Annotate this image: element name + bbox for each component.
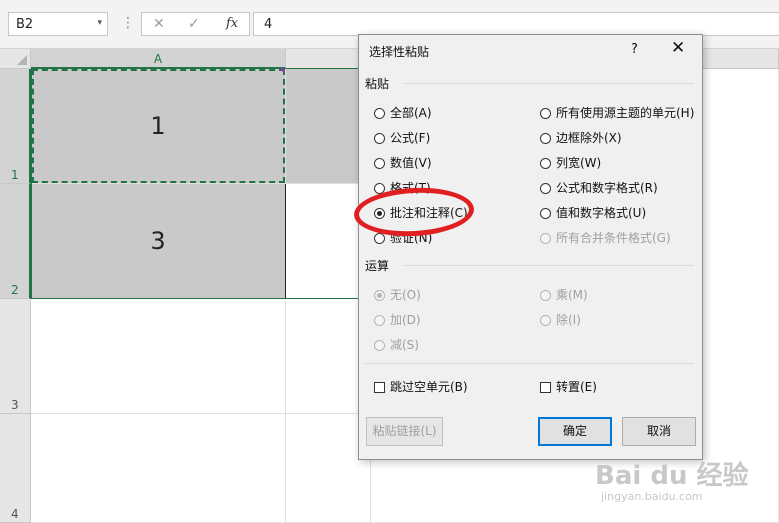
radio-paste-formulas-number-formats[interactable]: 公式和数字格式(R) (540, 179, 658, 196)
check-icon[interactable]: ✓ (188, 16, 200, 32)
radio-paste-column-widths[interactable]: 列宽(W) (540, 154, 601, 171)
radio-paste-all[interactable]: 全部(A) (374, 104, 432, 121)
dialog-title: 选择性粘贴 (369, 45, 430, 59)
comment-indicator-icon (279, 68, 285, 74)
cell-a3[interactable] (31, 299, 286, 414)
column-header-a[interactable]: A (31, 49, 286, 69)
checkbox-transpose[interactable]: 转置(E) (540, 378, 597, 395)
ok-button[interactable]: 确定 (538, 417, 612, 446)
radio-paste-formulas[interactable]: 公式(F) (374, 129, 430, 146)
radio-paste-values[interactable]: 数值(V) (374, 154, 432, 171)
radio-paste-values-number-formats[interactable]: 值和数字格式(U) (540, 204, 646, 221)
radio-paste-merge-conditional-formats[interactable]: 所有合并条件格式(G) (540, 229, 671, 246)
row-header-4[interactable]: 4 (0, 414, 31, 523)
divider (403, 265, 694, 266)
chevron-down-icon[interactable]: ▾ (97, 18, 102, 28)
checkbox-skip-blanks[interactable]: 跳过空单元(B) (374, 378, 468, 395)
cancel-button[interactable]: 取消 (622, 417, 696, 446)
radio-paste-formats[interactable]: 格式(T) (374, 179, 431, 196)
paste-section-label: 粘贴 (365, 77, 390, 91)
radio-op-add[interactable]: 加(D) (374, 311, 421, 328)
insert-function-icon[interactable]: fx (226, 16, 238, 31)
drag-handle-icon[interactable]: ⋮ (121, 15, 135, 31)
formula-value: 4 (264, 17, 273, 32)
help-icon[interactable]: ? (631, 42, 638, 57)
divider (403, 83, 694, 84)
operation-section-label: 运算 (365, 259, 390, 273)
row-header-3[interactable]: 3 (0, 299, 31, 414)
radio-paste-source-theme[interactable]: 所有使用源主题的单元(H) (540, 104, 694, 121)
row-header-1[interactable]: 1 (0, 69, 31, 184)
radio-op-subtract[interactable]: 减(S) (374, 336, 419, 353)
formula-buttons: ✕ ✓ fx (141, 12, 250, 36)
close-icon[interactable]: ✕ (671, 38, 685, 58)
row-header-2[interactable]: 2 (0, 184, 31, 299)
radio-paste-comments[interactable]: 批注和注释(C) (374, 204, 468, 221)
select-all-corner[interactable] (0, 49, 31, 69)
cancel-icon[interactable]: ✕ (153, 16, 165, 32)
radio-op-multiply[interactable]: 乘(M) (540, 286, 588, 303)
radio-paste-no-borders[interactable]: 边框除外(X) (540, 129, 622, 146)
cell-a1[interactable]: 1 (31, 69, 286, 184)
watermark-logo: Bai du 经验 (595, 461, 749, 491)
cell-a4[interactable] (31, 414, 286, 523)
name-box[interactable]: B2 ▾ (8, 12, 108, 36)
radio-paste-validation[interactable]: 验证(N) (374, 229, 432, 246)
divider (365, 363, 694, 364)
formula-input[interactable]: 4 (253, 12, 779, 36)
name-box-value: B2 (16, 17, 34, 32)
radio-op-none[interactable]: 无(O) (374, 286, 421, 303)
cell-a2[interactable]: 3 (31, 184, 286, 299)
watermark-url: jingyan.baidu.com (601, 490, 703, 503)
paste-link-button[interactable]: 粘贴链接(L) (366, 417, 443, 446)
paste-special-dialog: 选择性粘贴 ? ✕ 粘贴 全部(A) 公式(F) 数值(V) 格式(T) 批注和… (358, 34, 703, 460)
radio-op-divide[interactable]: 除(I) (540, 311, 581, 328)
